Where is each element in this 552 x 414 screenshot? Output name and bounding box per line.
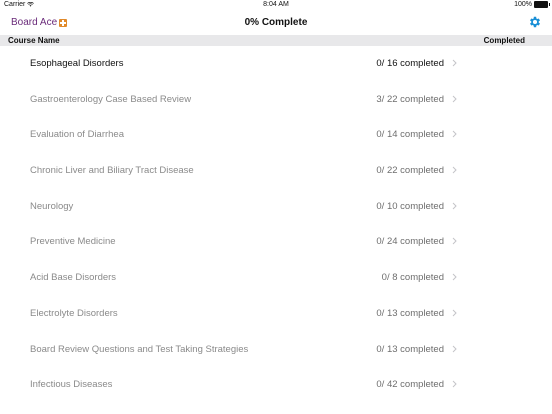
course-row[interactable]: Acid Base Disorders 0/ 8 completed [0, 259, 552, 295]
battery-percent: 100% [514, 1, 532, 8]
course-list: Esophageal Disorders 0/ 16 completed Gas… [0, 45, 552, 402]
course-row[interactable]: Esophageal Disorders 0/ 16 completed [0, 45, 552, 81]
course-name: Evaluation of Diarrhea [30, 129, 124, 141]
course-row[interactable]: Evaluation of Diarrhea 0/ 14 completed [0, 116, 552, 152]
course-progress: 0/ 8 completed [381, 272, 444, 284]
chevron-right-icon [452, 309, 457, 317]
course-progress: 0/ 22 completed [376, 165, 444, 177]
course-name: Gastroenterology Case Based Review [30, 93, 192, 105]
course-progress: 0/ 42 completed [376, 379, 444, 391]
course-name: Neurology [30, 200, 74, 212]
course-name: Infectious Diseases [30, 379, 113, 391]
chevron-right-icon [452, 202, 457, 210]
chevron-right-icon [452, 131, 457, 138]
gear-icon[interactable] [528, 15, 542, 29]
course-name: Preventive Medicine [30, 236, 116, 248]
course-progress: 0/ 14 completed [376, 129, 444, 141]
chevron-right-icon [452, 166, 457, 174]
course-row[interactable]: Gastroenterology Case Based Review 3/ 22… [0, 81, 552, 117]
chevron-right-icon [452, 380, 457, 388]
course-name: Electrolyte Disorders [30, 307, 118, 319]
course-progress: 3/ 22 completed [376, 93, 444, 105]
course-row[interactable]: Electrolyte Disorders 0/ 13 completed [0, 295, 552, 331]
course-row[interactable]: Board Review Questions and Test Taking S… [0, 331, 552, 367]
navigation-bar: Board Ace 0% Complete [0, 10, 552, 34]
app-screen: Carrier 8:04 AM 100% Board Ace 0% Comple… [0, 0, 552, 414]
status-bar: Carrier 8:04 AM 100% [0, 0, 552, 10]
course-row[interactable]: Infectious Diseases 0/ 42 completed [0, 366, 552, 402]
course-name: Chronic Liver and Biliary Tract Disease [30, 165, 194, 177]
chevron-right-icon [452, 59, 457, 67]
clock: 8:04 AM [263, 1, 289, 8]
page-title: 0% Complete [244, 17, 308, 28]
course-progress: 0/ 13 completed [376, 343, 444, 355]
course-name: Acid Base Disorders [30, 272, 117, 284]
course-progress: 0/ 16 completed [376, 58, 444, 69]
chevron-right-icon [452, 345, 457, 352]
battery-icon [534, 1, 550, 8]
course-name: Board Review Questions and Test Taking S… [30, 343, 249, 355]
chevron-right-icon [452, 95, 457, 103]
battery-indicator: 100% [514, 1, 550, 8]
course-progress: 0/ 13 completed [376, 307, 444, 319]
chevron-right-icon [452, 273, 457, 281]
column-completed: Completed [483, 36, 525, 45]
course-row[interactable]: Neurology 0/ 10 completed [0, 188, 552, 224]
course-row[interactable]: Chronic Liver and Biliary Tract Disease … [0, 152, 552, 188]
course-progress: 0/ 24 completed [376, 236, 444, 248]
course-progress: 0/ 10 completed [376, 200, 444, 212]
column-course-name: Course Name [8, 36, 60, 45]
course-name: Esophageal Disorders [30, 58, 124, 69]
course-row[interactable]: Preventive Medicine 0/ 24 completed [0, 223, 552, 259]
chevron-right-icon [452, 238, 457, 245]
